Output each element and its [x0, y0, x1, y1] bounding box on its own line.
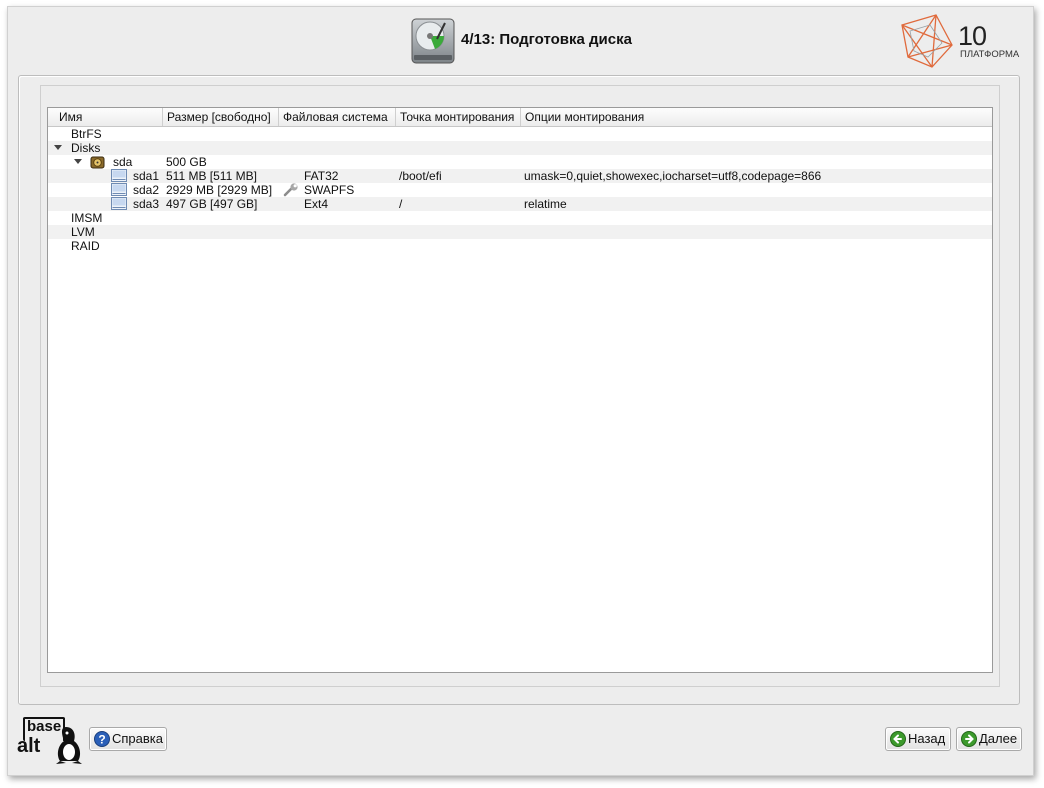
row-name: Disks	[71, 141, 101, 155]
partition-tree[interactable]: Имя Размер [свободно] Файловая система Т…	[47, 107, 993, 673]
tree-header: Имя Размер [свободно] Файловая система Т…	[48, 108, 992, 127]
help-button-label: Справка	[112, 731, 163, 746]
brand-name: ПЛАТФОРМА	[960, 49, 1020, 60]
tree-row-raid[interactable]: RAID	[48, 239, 992, 253]
row-name: IMSM	[71, 211, 103, 225]
tree-row-btrfs[interactable]: BtrFS	[48, 127, 992, 141]
basealt-logo: base alt	[16, 715, 86, 767]
row-name: sda2	[133, 183, 160, 197]
row-name: sda3	[133, 197, 160, 211]
row-options: relatime	[524, 197, 567, 211]
tree-row-lvm[interactable]: LVM	[48, 225, 992, 239]
row-size: 500 GB	[166, 155, 207, 169]
partition-icon	[111, 197, 127, 210]
row-options: umask=0,quiet,showexec,iocharset=utf8,co…	[524, 169, 822, 183]
hard-disk-icon	[411, 18, 455, 64]
help-button[interactable]: ? Справка	[89, 727, 167, 751]
row-name: LVM	[71, 225, 95, 239]
platform-logo: 10 ПЛАТФОРМА	[896, 11, 1026, 73]
inner-panel: Имя Размер [свободно] Файловая система Т…	[40, 85, 1000, 687]
column-options[interactable]: Опции монтирования	[521, 108, 992, 126]
row-name: BtrFS	[71, 127, 102, 141]
column-filesystem[interactable]: Файловая система	[279, 108, 396, 126]
tree-row-sda[interactable]: sda 500 GB	[48, 155, 992, 169]
row-filesystem: Ext4	[304, 197, 329, 211]
logo-text-alt: alt	[17, 735, 41, 757]
row-filesystem: SWAPFS	[304, 183, 355, 197]
row-size: 511 MB [511 MB]	[166, 169, 257, 183]
back-button-label: Назад	[908, 731, 946, 746]
column-mountpoint[interactable]: Точка монтирования	[396, 108, 521, 126]
help-icon: ?	[94, 731, 110, 747]
tree-row-imsm[interactable]: IMSM	[48, 211, 992, 225]
row-mountpoint: /	[399, 197, 403, 211]
row-name: sda	[113, 155, 133, 169]
penguin-mascot-icon	[56, 727, 82, 764]
installer-window: 4/13: Подготовка диска 10 ПЛАТФОРМА Имя	[7, 6, 1034, 776]
brand-mark-icon	[901, 14, 953, 68]
row-filesystem: FAT32	[304, 169, 339, 183]
row-name: sda1	[133, 169, 160, 183]
next-button[interactable]: Далее	[956, 727, 1022, 751]
next-arrow-icon	[961, 731, 977, 747]
partition-icon	[111, 183, 127, 196]
expander-icon[interactable]	[74, 159, 82, 164]
back-arrow-icon	[890, 731, 906, 747]
row-size: 497 GB [497 GB]	[166, 197, 258, 211]
tree-row-sda2[interactable]: sda2 2929 MB [2929 MB] SWAPFS	[48, 183, 992, 197]
page-title: 4/13: Подготовка диска	[461, 31, 632, 48]
main-panel: Имя Размер [свободно] Файловая система Т…	[18, 75, 1020, 705]
tree-row-sda1[interactable]: sda1 511 MB [511 MB] FAT32 /boot/efi uma…	[48, 169, 992, 183]
column-size[interactable]: Размер [свободно]	[163, 108, 279, 126]
svg-text:?: ?	[98, 733, 105, 747]
tree-row-disks[interactable]: Disks	[48, 141, 992, 155]
row-mountpoint: /boot/efi	[399, 169, 442, 183]
brand-number: 10	[958, 21, 987, 51]
disk-drive-icon	[90, 156, 105, 169]
expander-icon[interactable]	[54, 145, 62, 150]
partition-icon	[111, 169, 127, 182]
tree-row-sda3[interactable]: sda3 497 GB [497 GB] Ext4 / relatime	[48, 197, 992, 211]
column-name[interactable]: Имя	[48, 108, 163, 126]
row-size: 2929 MB [2929 MB]	[166, 183, 273, 197]
back-button[interactable]: Назад	[885, 727, 951, 751]
wrench-icon	[283, 183, 298, 197]
next-button-label: Далее	[979, 731, 1018, 746]
row-name: RAID	[71, 239, 100, 253]
